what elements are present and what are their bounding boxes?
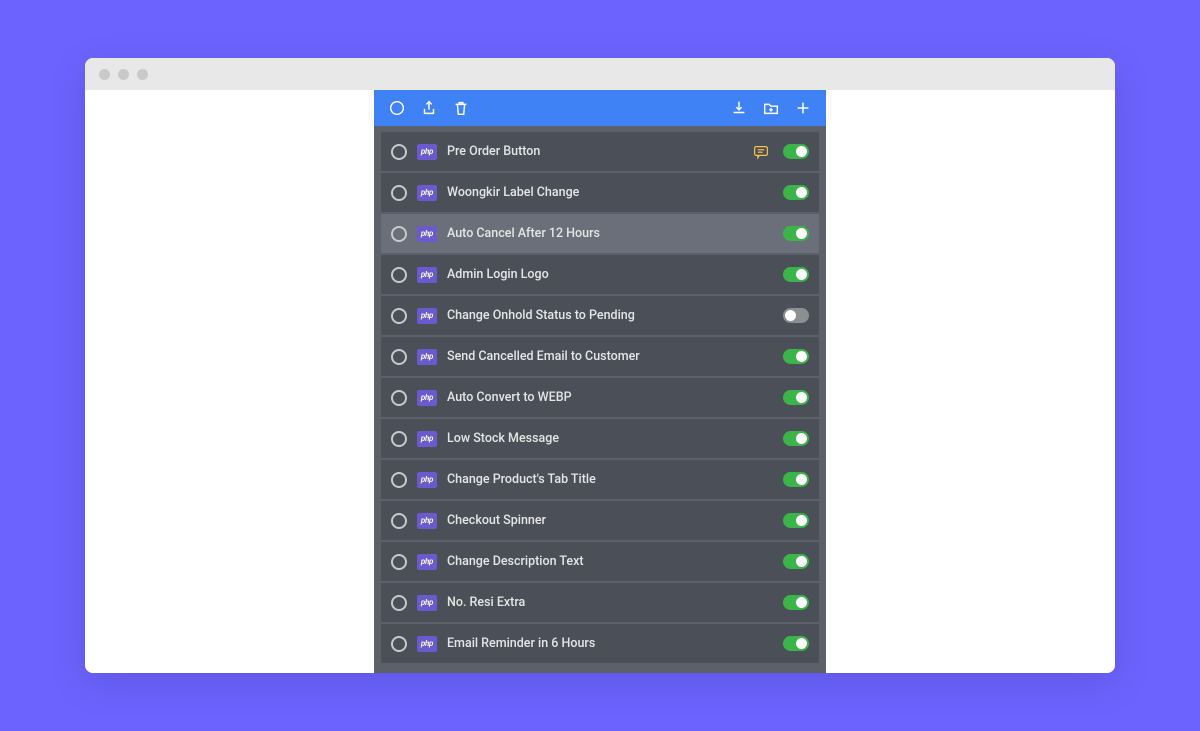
list-item[interactable]: php Checkout Spinner [381, 501, 819, 540]
snippet-label: Checkout Spinner [447, 513, 773, 528]
php-icon: php [417, 226, 437, 242]
select-radio[interactable] [391, 185, 407, 201]
enable-toggle[interactable] [783, 185, 809, 200]
php-icon: php [417, 513, 437, 529]
select-radio[interactable] [391, 472, 407, 488]
enable-toggle[interactable] [783, 308, 809, 323]
browser-window: php Pre Order Button php Woongkir Label Cha… [85, 58, 1115, 673]
php-icon: php [417, 595, 437, 611]
snippet-label: Send Cancelled Email to Customer [447, 349, 773, 364]
php-icon: php [417, 349, 437, 365]
viewport: php Pre Order Button php Woongkir Label Cha… [85, 90, 1115, 673]
enable-toggle[interactable] [783, 636, 809, 651]
php-icon: php [417, 636, 437, 652]
php-icon: php [417, 308, 437, 324]
toolbar [374, 90, 826, 126]
enable-toggle[interactable] [783, 349, 809, 364]
snippet-label: Change Description Text [447, 554, 773, 569]
enable-toggle[interactable] [783, 472, 809, 487]
list-item[interactable]: php Auto Convert to WEBP [381, 378, 819, 417]
enable-toggle[interactable] [783, 390, 809, 405]
enable-toggle[interactable] [783, 144, 809, 159]
list-item[interactable]: php Change Onhold Status to Pending [381, 296, 819, 335]
snippets-list: php Pre Order Button php Woongkir Label Cha… [374, 126, 826, 673]
trash-icon[interactable] [452, 99, 470, 117]
select-radio[interactable] [391, 390, 407, 406]
select-all-circle-icon[interactable] [388, 99, 406, 117]
enable-toggle[interactable] [783, 595, 809, 610]
php-icon: php [417, 185, 437, 201]
snippet-label: Change Onhold Status to Pending [447, 308, 773, 323]
snippet-label: No. Resi Extra [447, 595, 773, 610]
list-item[interactable]: php Woongkir Label Change [381, 173, 819, 212]
list-item[interactable]: php Send Cancelled Email to Customer [381, 337, 819, 376]
php-icon: php [417, 472, 437, 488]
window-dot [99, 69, 110, 80]
php-icon: php [417, 554, 437, 570]
select-radio[interactable] [391, 308, 407, 324]
snippets-panel: php Pre Order Button php Woongkir Label Cha… [374, 90, 826, 673]
enable-toggle[interactable] [783, 226, 809, 241]
import-icon[interactable] [730, 99, 748, 117]
select-radio[interactable] [391, 595, 407, 611]
select-radio[interactable] [391, 636, 407, 652]
enable-toggle[interactable] [783, 431, 809, 446]
select-radio[interactable] [391, 349, 407, 365]
snippet-label: Low Stock Message [447, 431, 773, 446]
list-item[interactable]: php Admin Login Logo [381, 255, 819, 294]
select-radio[interactable] [391, 554, 407, 570]
select-radio[interactable] [391, 144, 407, 160]
list-item[interactable]: php Email Reminder in 6 Hours [381, 624, 819, 663]
snippet-label: Woongkir Label Change [447, 185, 773, 200]
list-item[interactable]: php Low Stock Message [381, 419, 819, 458]
select-radio[interactable] [391, 431, 407, 447]
list-item[interactable]: php Change Description Text [381, 542, 819, 581]
enable-toggle[interactable] [783, 554, 809, 569]
snippet-label: Admin Login Logo [447, 267, 773, 282]
window-dot [118, 69, 129, 80]
select-radio[interactable] [391, 226, 407, 242]
browser-titlebar [85, 58, 1115, 90]
php-icon: php [417, 431, 437, 447]
enable-toggle[interactable] [783, 513, 809, 528]
snippet-label: Auto Convert to WEBP [447, 390, 773, 405]
php-icon: php [417, 390, 437, 406]
list-item[interactable]: php Pre Order Button [381, 132, 819, 171]
list-item[interactable]: php Auto Cancel After 12 Hours [381, 214, 819, 253]
note-icon[interactable] [753, 145, 769, 159]
list-item[interactable]: php Change Product's Tab Title [381, 460, 819, 499]
php-icon: php [417, 144, 437, 160]
select-radio[interactable] [391, 513, 407, 529]
select-radio[interactable] [391, 267, 407, 283]
snippet-label: Pre Order Button [447, 144, 743, 159]
list-item[interactable]: php No. Resi Extra [381, 583, 819, 622]
enable-toggle[interactable] [783, 267, 809, 282]
add-icon[interactable] [794, 99, 812, 117]
window-dot [137, 69, 148, 80]
snippet-label: Email Reminder in 6 Hours [447, 636, 773, 651]
snippet-label: Change Product's Tab Title [447, 472, 773, 487]
php-icon: php [417, 267, 437, 283]
snippet-label: Auto Cancel After 12 Hours [447, 226, 773, 241]
new-folder-icon[interactable] [762, 99, 780, 117]
share-icon[interactable] [420, 99, 438, 117]
